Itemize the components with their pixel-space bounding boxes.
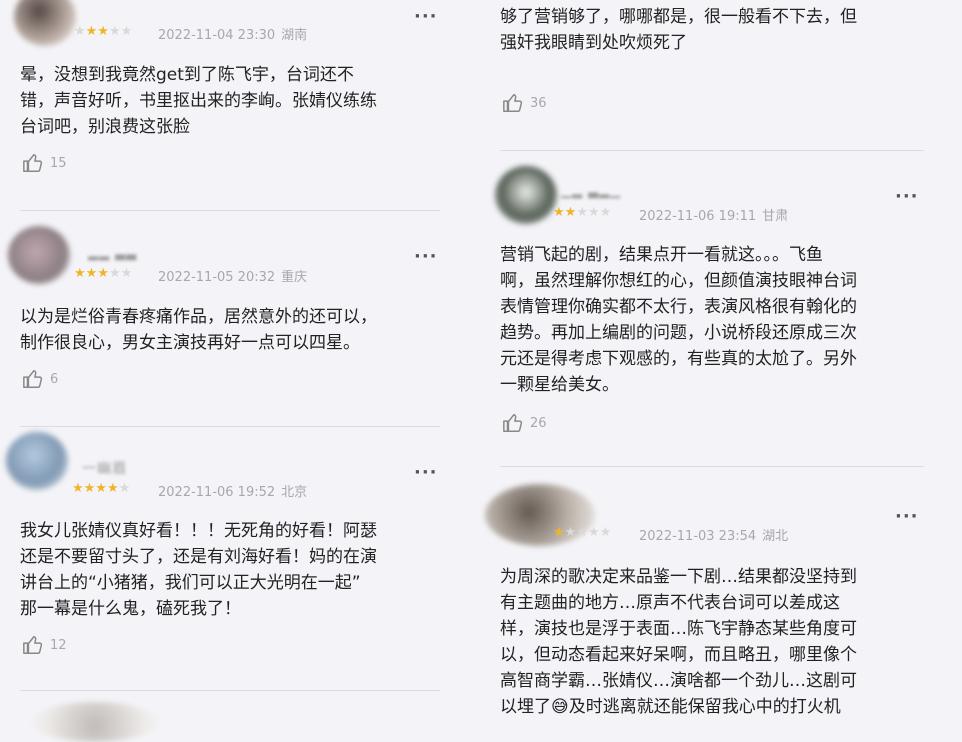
review-date: 2022-11-05 20:32 xyxy=(158,270,276,285)
review-divider xyxy=(20,210,440,211)
review-line: 还是不要留寸头了，还是有刘海好看！妈的在演 xyxy=(20,547,377,567)
review-location: 湖北 xyxy=(762,529,789,544)
review-date: 2022-11-03 23:54 xyxy=(639,529,757,544)
star-rating: ★★★★★ xyxy=(74,24,133,39)
review-line: 够了营销够了，哪哪都是，很一般看不下去，但 xyxy=(500,7,857,27)
more-options-icon[interactable]: ··· xyxy=(414,6,438,27)
review-meta: 2022-11-04 23:30 湖南 xyxy=(158,24,307,43)
like-count: 12 xyxy=(50,637,67,653)
review-meta: 2022-11-03 23:54 湖北 xyxy=(639,525,788,544)
review-divider xyxy=(500,150,924,151)
like-button[interactable]: 36 xyxy=(502,92,547,114)
review-line: 表情管理你确实都不太行，表演风格很有翰化的 xyxy=(500,297,857,317)
review-line: 元还是得考虑下观感的，有些真的太尬了。另外 xyxy=(500,349,857,369)
avatar[interactable] xyxy=(495,166,557,224)
avatar[interactable] xyxy=(8,226,70,284)
avatar[interactable] xyxy=(6,432,68,490)
avatar[interactable] xyxy=(14,0,76,46)
more-options-icon[interactable]: ··· xyxy=(895,506,919,527)
review-location: 北京 xyxy=(281,485,308,500)
review-location: 甘肃 xyxy=(762,209,789,224)
review-location: 湖南 xyxy=(281,28,308,43)
review-line: 啊，虽然理解你想红的心，但颜值演技眼神台词 xyxy=(500,271,857,291)
right-review-column: 够了营销够了，哪哪都是，很一般看不下去，但 强奸我眼睛到处吹烦死了 36 ▁▂ … xyxy=(481,0,962,721)
review-line: 以为是烂俗青春疼痛作品，居然意外的还可以， xyxy=(20,307,377,327)
review-line: 营销飞起的剧，结果点开一看就这。。。飞鱼 xyxy=(500,245,823,265)
review-line: 以，但动态看起来好呆啊，而且略丑，哪里像个 xyxy=(500,645,857,665)
more-options-icon[interactable]: ··· xyxy=(414,246,438,267)
like-count: 6 xyxy=(50,371,59,387)
review-line: 以埋了😅及时逃离就还能保留我心中的打火机 xyxy=(500,697,841,717)
like-button[interactable]: 15 xyxy=(22,152,67,174)
star-rating: ★★★★★ xyxy=(553,205,612,220)
like-button[interactable]: 26 xyxy=(502,412,547,434)
review-content: 营销飞起的剧，结果点开一看就这。。。飞鱼 啊，虽然理解你想红的心，但颜值演技眼神… xyxy=(500,242,950,398)
star-rating: ★★★★★ xyxy=(72,481,131,496)
review-line: 台词吧，别浪费这张脸 xyxy=(20,117,190,137)
review-line: 为周深的歌决定来品鉴一下剧…结果都没坚持到 xyxy=(500,567,857,587)
star-rating: ★★★★★ xyxy=(553,525,612,540)
like-button[interactable]: 12 xyxy=(22,634,67,656)
review-line: 有主题曲的地方…原声不代表台词可以差成这 xyxy=(500,593,840,613)
thumbs-up-icon xyxy=(23,370,43,388)
thumbs-up-icon xyxy=(23,154,43,172)
review-content: 我女儿张婧仪真好看！！！无死角的好看！阿瑟 还是不要留寸头了，还是有刘海好看！妈… xyxy=(20,518,460,622)
like-button[interactable]: 6 xyxy=(22,368,58,390)
review-line: 那一幕是什么鬼，磕死我了！ xyxy=(20,599,241,619)
review-date: 2022-11-06 19:52 xyxy=(158,485,276,500)
review-line: 趋势。再加上编剧的问题，小说桥段还原成三次 xyxy=(500,323,857,343)
username[interactable]: ▁▂ ▃▂▁ xyxy=(561,184,621,199)
review-date: 2022-11-04 23:30 xyxy=(158,28,276,43)
review-meta: 2022-11-06 19:11 甘肃 xyxy=(639,205,788,224)
review-line: 高智商学霸…张婧仪…演啥都一个劲儿…这剧可 xyxy=(500,671,857,691)
review-location: 重庆 xyxy=(281,270,308,285)
review-line: 讲台上的“小猪猪，我们可以正大光明在一起” xyxy=(20,573,361,593)
review-line: 我女儿张婧仪真好看！！！无死角的好看！阿瑟 xyxy=(20,521,377,541)
thumbs-up-icon xyxy=(503,94,523,112)
more-options-icon[interactable]: ··· xyxy=(895,186,919,207)
review-content: 晕，没想到我竟然get到了陈飞宇，台词还不 错，声音好听，书里抠出来的李峋。张婧… xyxy=(20,62,460,140)
review-content: 够了营销够了，哪哪都是，很一般看不下去，但 强奸我眼睛到处吹烦死了 xyxy=(500,4,950,56)
review-content: 以为是烂俗青春疼痛作品，居然意外的还可以， 制作很良心，男女主演技再好一点可以四… xyxy=(20,304,460,356)
star-rating: ★★★★★ xyxy=(74,266,133,281)
left-review-column: ★★★★★ 2022-11-04 23:30 湖南 ··· 晕，没想到我竟然get… xyxy=(0,0,481,742)
review-content: 为周深的歌决定来品鉴一下剧…结果都没坚持到 有主题曲的地方…原声不代表台词可以差… xyxy=(500,564,950,720)
thumbs-up-icon xyxy=(23,636,43,654)
avatar[interactable] xyxy=(30,702,160,742)
review-line: 制作很良心，男女主演技再好一点可以四星。 xyxy=(20,333,360,353)
like-count: 26 xyxy=(530,415,547,431)
review-line: 晕，没想到我竟然get到了陈飞宇，台词还不 xyxy=(20,65,354,85)
review-line: 错，声音好听，书里抠出来的李峋。张婧仪练练 xyxy=(20,91,377,111)
review-line: 样，演技也是浮于表面…陈飞宇静态某些角度可 xyxy=(500,619,857,639)
review-divider xyxy=(20,426,440,427)
username[interactable]: 一幽眉 xyxy=(82,458,127,478)
review-line: 一颗星给美女。 xyxy=(500,375,619,395)
thumbs-up-icon xyxy=(503,414,523,432)
review-meta: 2022-11-05 20:32 重庆 xyxy=(158,266,307,285)
review-divider xyxy=(500,466,924,467)
review-divider xyxy=(20,690,440,691)
more-options-icon[interactable]: ··· xyxy=(414,462,438,483)
like-count: 36 xyxy=(530,95,547,111)
like-count: 15 xyxy=(50,155,67,171)
username[interactable]: ▂▂ ▃▃ xyxy=(88,246,137,261)
review-line: 强奸我眼睛到处吹烦死了 xyxy=(500,33,687,53)
review-meta: 2022-11-06 19:52 北京 xyxy=(158,481,307,500)
review-date: 2022-11-06 19:11 xyxy=(639,209,757,224)
